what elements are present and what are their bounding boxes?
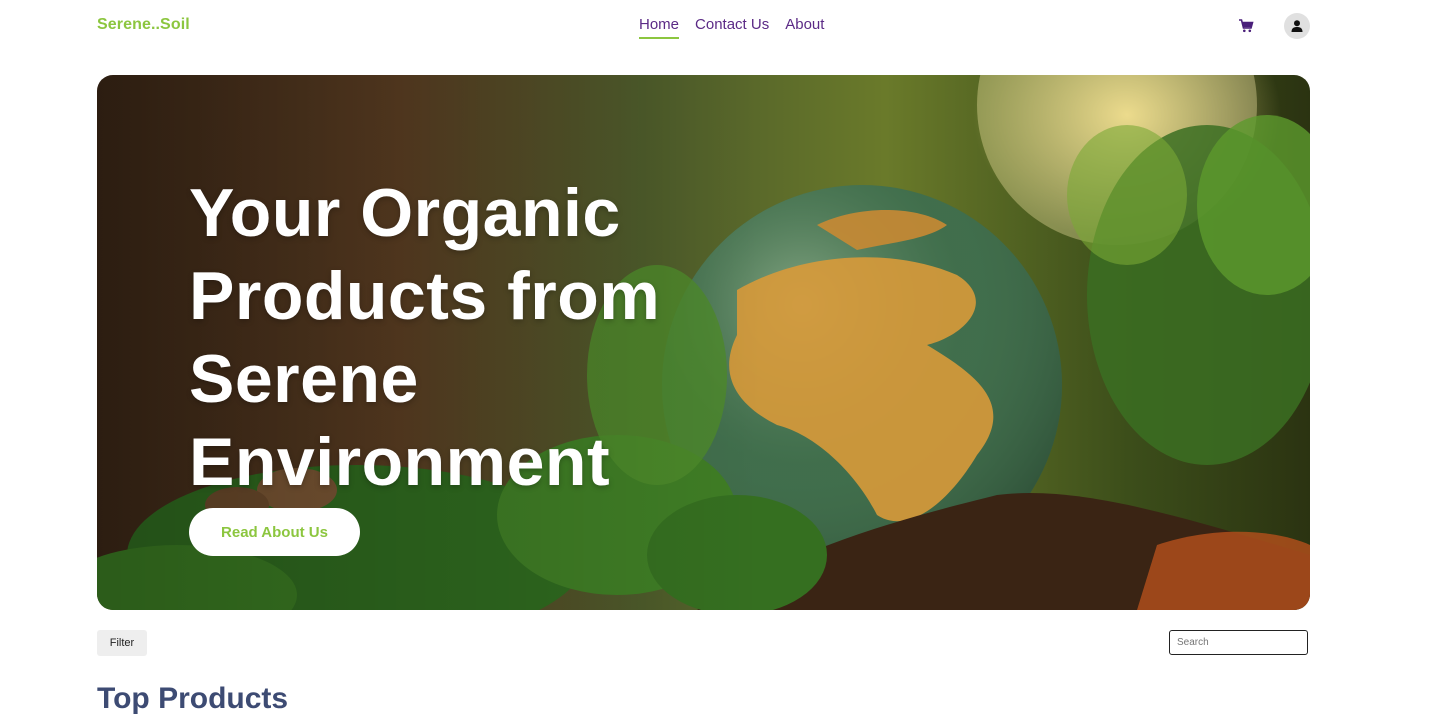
search-input[interactable] [1169,630,1308,655]
site-logo[interactable]: Serene..Soil [97,16,190,34]
cart-icon[interactable] [1238,18,1254,34]
nav-about[interactable]: About [785,16,824,39]
main-nav: Home Contact Us About [639,16,824,39]
site-header: Serene..Soil Home Contact Us About [0,0,1440,52]
filter-button[interactable]: Filter [97,630,147,656]
nav-contact-us[interactable]: Contact Us [695,16,769,39]
hero-banner: Your Organic Products from Serene Enviro… [97,75,1310,610]
hero-title: Your Organic Products from Serene Enviro… [189,175,661,500]
user-avatar[interactable] [1284,13,1310,39]
read-about-us-button[interactable]: Read About Us [189,508,360,556]
user-icon [1291,20,1303,32]
nav-home[interactable]: Home [639,16,680,39]
section-title-top-products: Top Products [97,682,289,715]
